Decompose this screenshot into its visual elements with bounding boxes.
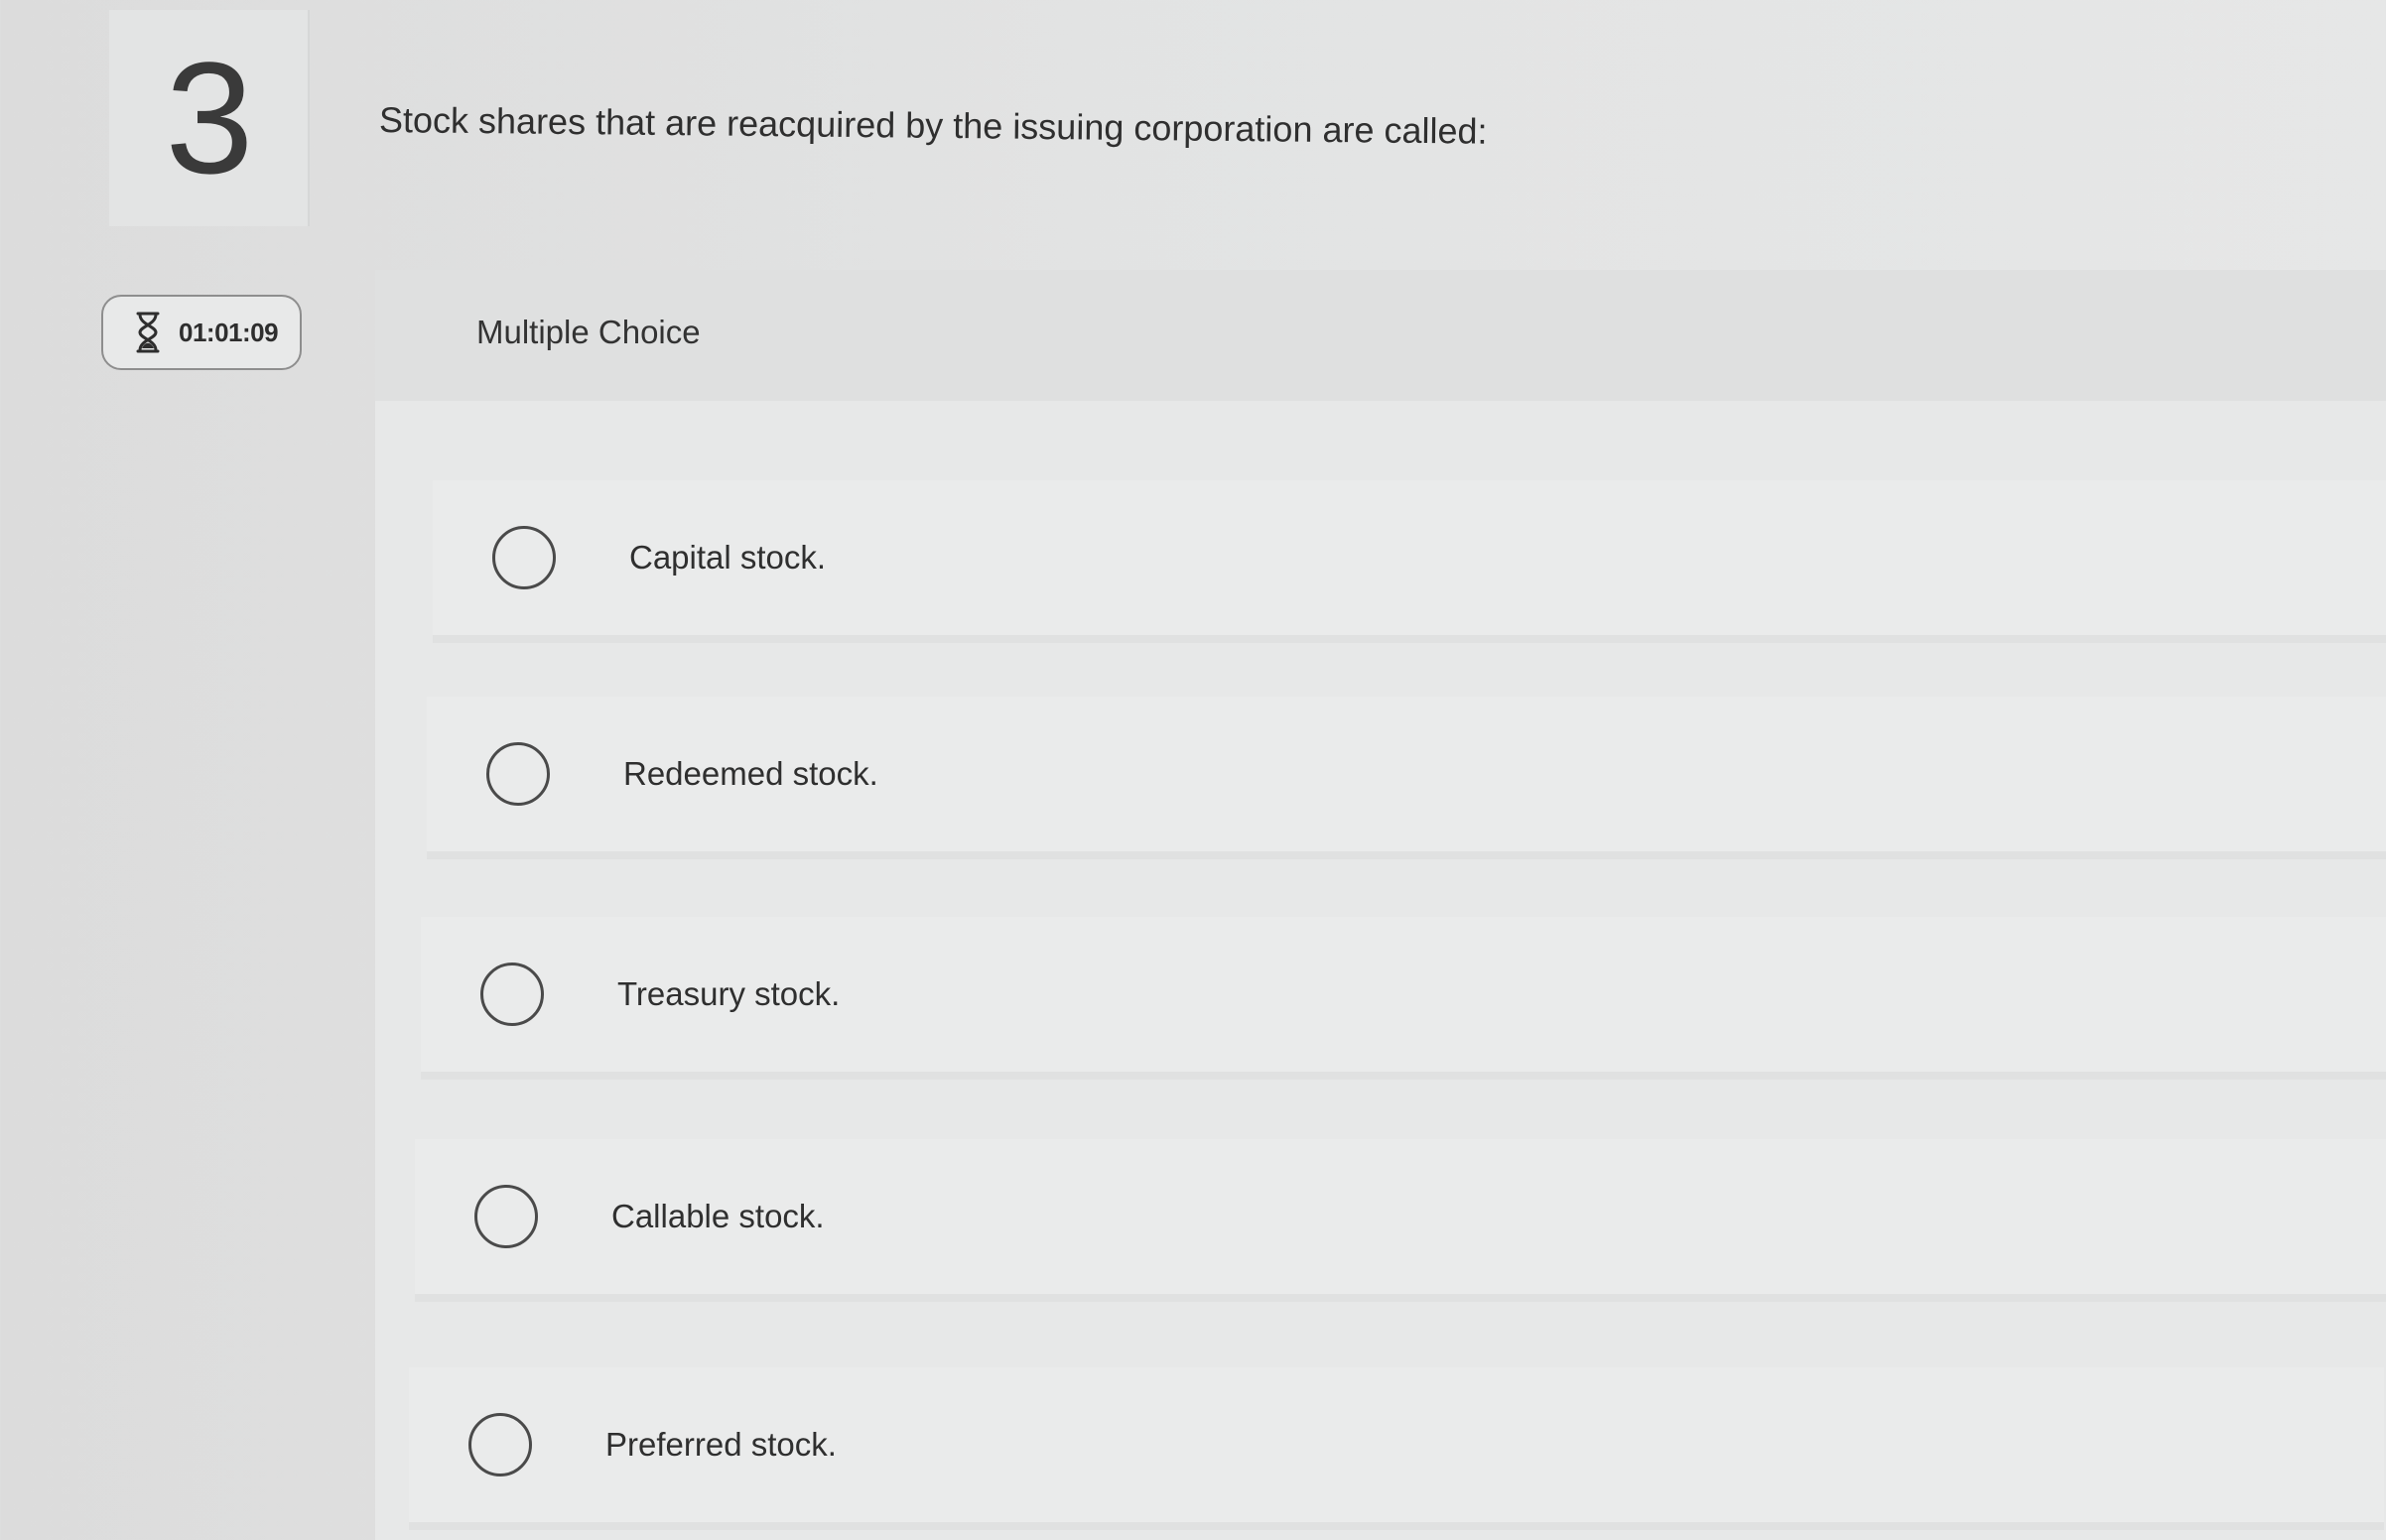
radio-button[interactable] [468,1413,532,1476]
timer-badge[interactable]: 01:01:09 [101,295,302,370]
radio-button[interactable] [474,1185,538,1248]
question-number-box: 3 [109,10,310,226]
choice-label: Preferred stock. [605,1426,837,1463]
radio-button[interactable] [480,962,544,1026]
choice-label: Callable stock. [611,1198,825,1234]
choice-label: Treasury stock. [617,975,841,1012]
hourglass-icon [136,312,160,353]
radio-button[interactable] [492,526,556,589]
choice-option-preferred-stock[interactable]: Preferred stock. [409,1367,2384,1522]
choice-option-redeemed-stock[interactable]: Redeemed stock. [427,697,2386,851]
question-type-label: Multiple Choice [476,314,701,350]
radio-button[interactable] [486,742,550,806]
choice-label: Redeemed stock. [623,755,878,792]
question-number: 3 [165,29,254,206]
choice-option-capital-stock[interactable]: Capital stock. [433,480,2386,635]
question-type-header: Multiple Choice [375,270,2386,401]
choice-label: Capital stock. [629,539,827,576]
choice-option-treasury-stock[interactable]: Treasury stock. [421,917,2386,1072]
question-panel: Multiple Choice Capital stock. Redeemed … [375,270,2386,1540]
timer-value: 01:01:09 [179,317,279,347]
question-prompt: Stock shares that are reacquired by the … [378,99,1488,152]
choice-option-callable-stock[interactable]: Callable stock. [415,1139,2386,1294]
